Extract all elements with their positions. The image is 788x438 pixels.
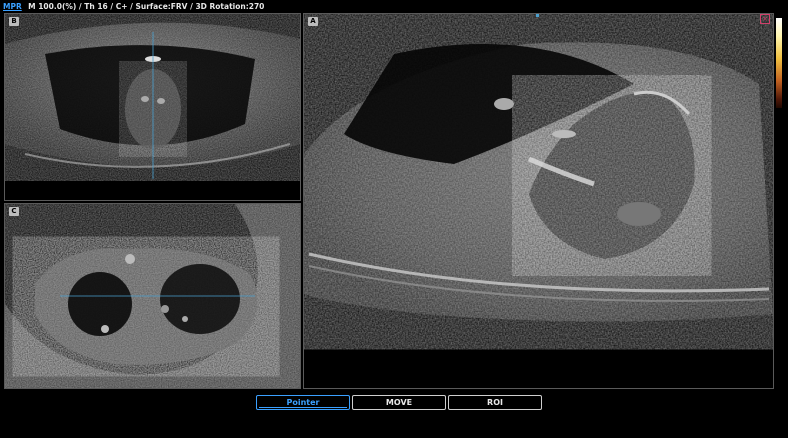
panel-b-image (5, 22, 300, 179)
panel-a-marker (536, 14, 539, 17)
pointer-button[interactable]: Pointer (256, 395, 350, 410)
panel-a[interactable]: A (303, 13, 774, 389)
panel-a-label: A (308, 17, 318, 26)
panel-c[interactable]: C (4, 203, 301, 389)
panel-a-image (304, 42, 773, 322)
status-bar: MPR M 100.0(%) / Th 16 / C+ / Surface:FR… (0, 0, 788, 13)
panel-b-label: B (9, 17, 19, 26)
move-button[interactable]: MOVE (352, 395, 446, 410)
close-icon[interactable]: × (760, 14, 770, 24)
acquisition-info: M 100.0(%) / Th 16 / C+ / Surface:FRV / … (28, 2, 265, 11)
roi-button[interactable]: ROI (448, 395, 542, 410)
panel-b[interactable]: B (4, 13, 301, 201)
mode-label[interactable]: MPR (3, 2, 22, 11)
colorbar (776, 18, 782, 108)
panel-c-label: C (9, 207, 19, 216)
panel-c-image (5, 204, 300, 388)
